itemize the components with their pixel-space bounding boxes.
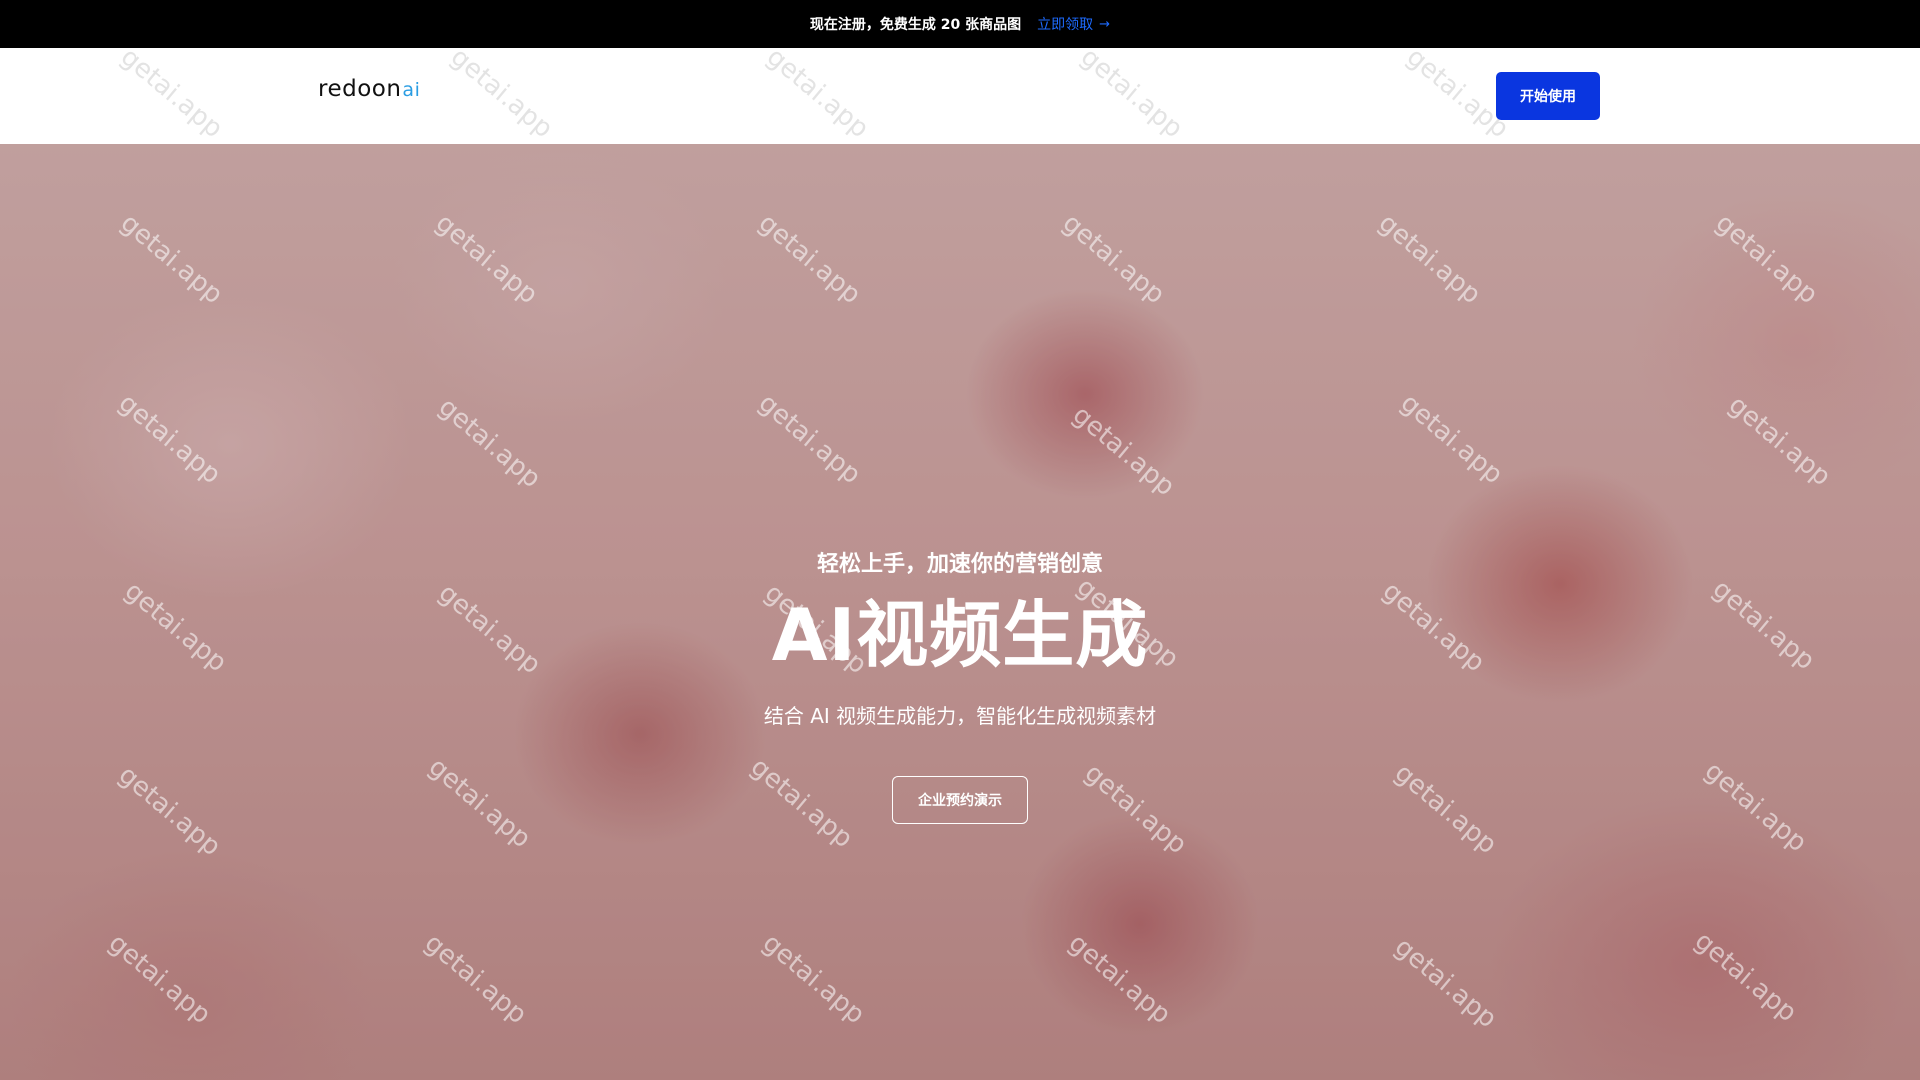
hero-title: AI视频生成 <box>771 593 1149 677</box>
promo-text: 现在注册，免费生成 20 张商品图 <box>809 17 1022 33</box>
watermark: getai.app <box>760 41 875 145</box>
hero-eyebrow: 轻松上手，加速你的营销创意 <box>816 552 1103 577</box>
logo-text: redoon <box>318 76 402 102</box>
hero-content: 轻松上手，加速你的营销创意 AI视频生成 结合 AI 视频生成能力，智能化生成视… <box>0 144 1920 1080</box>
promo-bar: 现在注册，免费生成 20 张商品图 立即领取 → <box>0 0 1920 48</box>
watermark: getai.app <box>444 41 559 145</box>
logo[interactable]: redoon ai <box>318 76 420 116</box>
start-button[interactable]: 开始使用 <box>1496 72 1600 120</box>
site-header: redoon ai 开始使用 getai.app getai.app getai… <box>0 42 1920 144</box>
watermark: getai.app <box>1074 41 1189 145</box>
promo-link-label: 立即领取 <box>1037 17 1094 33</box>
promo-claim-link[interactable]: 立即领取 → <box>1037 14 1110 34</box>
arrow-right-icon: → <box>1099 16 1111 32</box>
book-demo-button[interactable]: 企业预约演示 <box>892 776 1028 824</box>
hero-subtitle: 结合 AI 视频生成能力，智能化生成视频素材 <box>763 704 1157 728</box>
hero-section: getai.app getai.app getai.app getai.app … <box>0 144 1920 1080</box>
logo-suffix: ai <box>402 79 421 101</box>
watermark: getai.app <box>114 41 229 145</box>
